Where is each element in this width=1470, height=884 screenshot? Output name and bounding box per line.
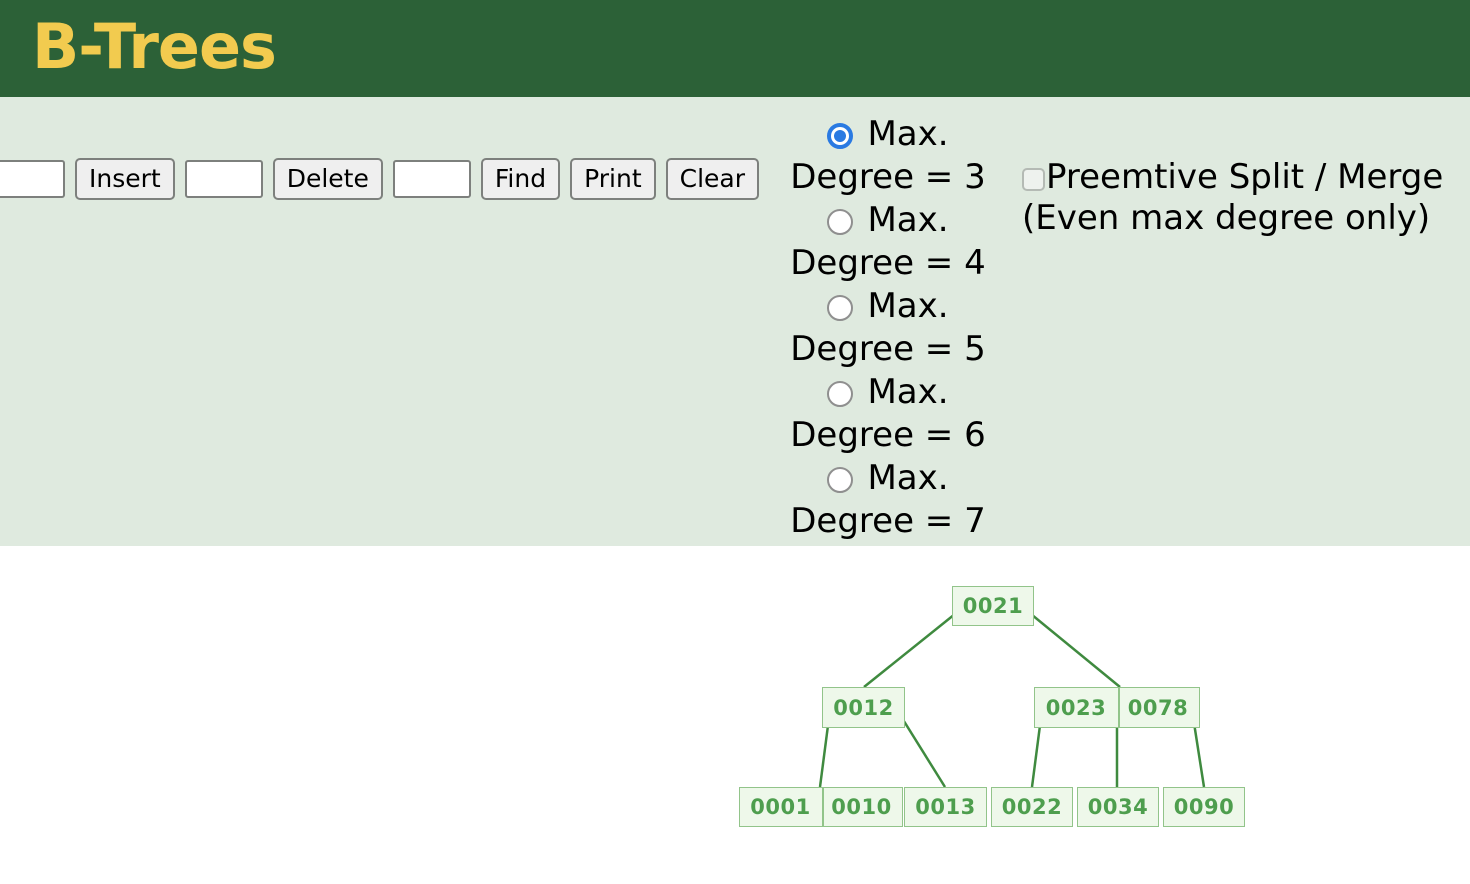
tree-node: 0013 [904, 787, 987, 827]
tree-edge [863, 609, 961, 688]
tree-node: 0001 0010 [739, 787, 903, 827]
radio-label-degree-7: Max. Degree = 7 [790, 458, 986, 541]
tree-node: 0023 0078 [1034, 687, 1200, 728]
tree-node-key: 0013 [915, 795, 976, 819]
radio-label-degree-6: Max. Degree = 6 [790, 372, 986, 455]
tree-node-key: 0010 [831, 795, 892, 819]
delete-button[interactable]: Delete [272, 158, 383, 200]
tree-node-key: 0090 [1173, 795, 1235, 819]
radio-max-degree-6[interactable]: Max. Degree = 6 [782, 371, 994, 457]
controls-panel: Insert Delete Find Print Clear Max. Degr… [0, 97, 1470, 546]
tree-node-key: 0034 [1087, 795, 1149, 819]
radio-label-degree-4: Max. Degree = 4 [790, 200, 986, 283]
tree-node: 0090 [1163, 787, 1245, 827]
tree-node: 0034 [1077, 787, 1159, 827]
find-button[interactable]: Find [480, 158, 561, 200]
tree-edges-layer [818, 609, 1206, 788]
print-button[interactable]: Print [570, 158, 656, 200]
preemptive-split-merge-checkbox-label[interactable]: Preemtive Split / Merge (Even max degree… [1022, 157, 1454, 239]
tree-node: 0012 [822, 687, 905, 728]
radio-label-degree-3: Max. Degree = 3 [790, 114, 986, 197]
tree-node-key: 0078 [1127, 695, 1189, 720]
radio-icon-degree-6[interactable] [827, 381, 854, 407]
delete-input[interactable] [184, 160, 263, 198]
radio-max-degree-3[interactable]: Max. Degree = 3 [782, 113, 994, 199]
preemptive-label-line2: (Even max degree only) [1022, 198, 1431, 238]
tree-node-key: 0001 [750, 795, 811, 819]
insert-button[interactable]: Insert [75, 158, 175, 200]
tree-node-key: 0012 [833, 695, 894, 720]
radio-max-degree-4[interactable]: Max. Degree = 4 [782, 199, 994, 285]
tree-node-key: 0022 [1001, 795, 1063, 819]
preemptive-split-merge-group: Preemtive Split / Merge (Even max degree… [1022, 157, 1454, 239]
radio-max-degree-7[interactable]: Max. Degree = 7 [782, 457, 994, 543]
insert-input[interactable] [0, 160, 65, 198]
find-input[interactable] [392, 160, 471, 198]
radio-icon-degree-3[interactable] [827, 123, 854, 149]
tree-node-divider [1118, 688, 1120, 727]
header-banner: B-Trees [0, 0, 1470, 97]
radio-icon-degree-7[interactable] [827, 467, 854, 493]
tree-node: 0021 [952, 586, 1034, 626]
tree-node-key: 0023 [1045, 695, 1107, 720]
radio-icon-degree-5[interactable] [827, 295, 854, 321]
checkbox-icon-preemptive[interactable] [1022, 168, 1045, 191]
toolbar: Insert Delete Find Print Clear [0, 158, 760, 200]
clear-button[interactable]: Clear [665, 158, 760, 200]
tree-visualization-canvas: 0021 0012 0023 0078 0001 0010 0013 0022 0034 0090 [0, 546, 1470, 884]
degree-radio-group: Max. Degree = 3 Max. Degree = 4 Max. Deg… [782, 113, 994, 543]
page-title: B-Trees [32, 10, 277, 83]
tree-node-divider [822, 788, 824, 826]
tree-node: 0022 [991, 787, 1073, 827]
radio-max-degree-5[interactable]: Max. Degree = 5 [782, 285, 994, 371]
radio-label-degree-5: Max. Degree = 5 [790, 286, 986, 369]
radio-icon-degree-4[interactable] [827, 209, 854, 235]
tree-edge [1025, 609, 1121, 688]
tree-node-key: 0021 [962, 594, 1024, 618]
preemptive-label-line1: Preemtive Split / Merge [1046, 157, 1444, 197]
